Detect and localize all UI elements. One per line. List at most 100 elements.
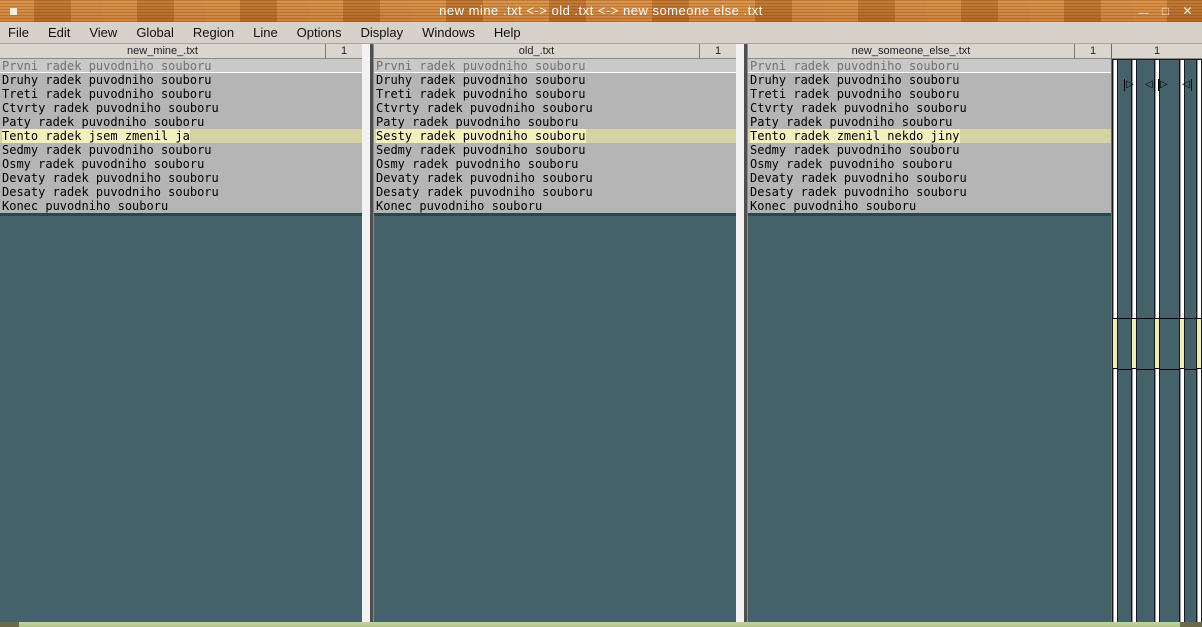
line-text: Paty radek puvodniho souboru: [2, 115, 204, 129]
diff-number-badge: 1: [325, 44, 362, 58]
overview-file-column[interactable]: [1154, 60, 1160, 622]
close-button[interactable]: ✕: [1181, 5, 1194, 17]
text-line[interactable]: Druhy radek puvodniho souboru: [374, 73, 736, 87]
pane-separator[interactable]: [736, 44, 748, 622]
overview-diff-number: 1: [1112, 44, 1202, 59]
pane-someone-else: new_someone_else_.txt 1 Prvni radek puvo…: [748, 44, 1111, 622]
text-line[interactable]: Prvni radek puvodniho souboru: [374, 59, 736, 73]
line-text: Osmy radek puvodniho souboru: [750, 157, 952, 171]
diff-number-badge: 1: [1074, 44, 1111, 58]
filename-label: new_mine_.txt: [0, 44, 325, 58]
overview-diff-segment[interactable]: [1113, 318, 1117, 369]
text-line[interactable]: Desaty radek puvodniho souboru: [374, 185, 736, 199]
line-text: Desaty radek puvodniho souboru: [376, 185, 593, 199]
line-text: Druhy radek puvodniho souboru: [376, 73, 586, 87]
line-text: Treti radek puvodniho souboru: [376, 87, 586, 101]
text-line[interactable]: Prvni radek puvodniho souboru: [748, 59, 1111, 73]
horizontal-scrollbar-thumb[interactable]: [19, 622, 1180, 627]
text-area[interactable]: Prvni radek puvodniho souboruDruhy radek…: [374, 59, 736, 622]
line-text: Ctvrty radek puvodniho souboru: [750, 101, 967, 115]
overview-file-column[interactable]: [1196, 60, 1202, 622]
line-text: Desaty radek puvodniho souboru: [2, 185, 219, 199]
text-line[interactable]: Devaty radek puvodniho souboru: [374, 171, 736, 185]
line-text: Tento radek zmenil nekdo jiny: [750, 129, 960, 143]
text-line[interactable]: Ctvrty radek puvodniho souboru: [0, 101, 362, 115]
line-text: Ctvrty radek puvodniho souboru: [376, 101, 593, 115]
line-text: Osmy radek puvodniho souboru: [376, 157, 578, 171]
overview-diff-segment[interactable]: [1180, 318, 1184, 369]
text-line[interactable]: Prvni radek puvodniho souboru: [0, 59, 362, 73]
text-line[interactable]: Osmy radek puvodniho souboru: [0, 157, 362, 171]
text-line[interactable]: Konec puvodniho souboru: [748, 199, 1111, 213]
text-line[interactable]: Ctvrty radek puvodniho souboru: [748, 101, 1111, 115]
text-line[interactable]: Treti radek puvodniho souboru: [0, 87, 362, 101]
overview-diff-segment[interactable]: [1155, 318, 1159, 369]
menu-item-file[interactable]: File: [8, 25, 29, 40]
line-text: Osmy radek puvodniho souboru: [2, 157, 204, 171]
text-area[interactable]: Prvni radek puvodniho souboruDruhy radek…: [0, 59, 362, 622]
text-line[interactable]: Tento radek jsem zmenil ja: [0, 129, 362, 143]
menu-item-windows[interactable]: Windows: [422, 25, 475, 40]
text-line[interactable]: Paty radek puvodniho souboru: [0, 115, 362, 129]
text-line[interactable]: Sedmy radek puvodniho souboru: [748, 143, 1111, 157]
cursor-marker-right-icon: ▷: [1124, 79, 1134, 91]
menu-item-global[interactable]: Global: [136, 25, 174, 40]
line-text: Sedmy radek puvodniho souboru: [376, 143, 586, 157]
text-line[interactable]: Treti radek puvodniho souboru: [748, 87, 1111, 101]
menu-item-region[interactable]: Region: [193, 25, 234, 40]
pane-header: new_mine_.txt 1: [0, 44, 362, 59]
maximize-button[interactable]: □: [1159, 5, 1172, 17]
beyond-eof-area: [748, 213, 1111, 622]
text-line[interactable]: Sedmy radek puvodniho souboru: [0, 143, 362, 157]
line-text: Devaty radek puvodniho souboru: [750, 171, 967, 185]
text-line[interactable]: Ctvrty radek puvodniho souboru: [374, 101, 736, 115]
text-line[interactable]: Tento radek zmenil nekdo jiny: [748, 129, 1111, 143]
text-line[interactable]: Druhy radek puvodniho souboru: [0, 73, 362, 87]
text-line[interactable]: Sedmy radek puvodniho souboru: [374, 143, 736, 157]
text-line[interactable]: Devaty radek puvodniho souboru: [0, 171, 362, 185]
filename-label: old_.txt: [374, 44, 699, 58]
overview-diff-segment[interactable]: [1132, 318, 1136, 369]
line-text: Konec puvodniho souboru: [2, 199, 168, 213]
cursor-marker-left-icon: ◁: [1182, 79, 1192, 91]
text-line[interactable]: Treti radek puvodniho souboru: [374, 87, 736, 101]
text-line[interactable]: Konec puvodniho souboru: [374, 199, 736, 213]
line-text: Sesty radek puvodniho souboru: [376, 129, 586, 143]
text-line[interactable]: Devaty radek puvodniho souboru: [748, 171, 1111, 185]
text-line[interactable]: Desaty radek puvodniho souboru: [748, 185, 1111, 199]
overview-area[interactable]: ▷ ◁ ▷ ◁: [1112, 59, 1202, 622]
text-line[interactable]: Paty radek puvodniho souboru: [374, 115, 736, 129]
text-line[interactable]: Sesty radek puvodniho souboru: [374, 129, 736, 143]
cursor-marker-right-icon: ▷: [1158, 79, 1168, 91]
menu-item-view[interactable]: View: [89, 25, 117, 40]
pane-separator[interactable]: [362, 44, 374, 622]
beyond-eof-area: [0, 213, 362, 622]
menu-item-help[interactable]: Help: [494, 25, 521, 40]
text-line[interactable]: Desaty radek puvodniho souboru: [0, 185, 362, 199]
line-text: Desaty radek puvodniho souboru: [750, 185, 967, 199]
menu-item-options[interactable]: Options: [297, 25, 342, 40]
minimize-button[interactable]: —: [1137, 8, 1150, 20]
line-text: Treti radek puvodniho souboru: [750, 87, 960, 101]
text-line[interactable]: Paty radek puvodniho souboru: [748, 115, 1111, 129]
overview-panel: 1 ▷ ◁ ▷ ◁: [1111, 44, 1202, 622]
overview-file-column[interactable]: [1179, 60, 1185, 622]
text-line[interactable]: Osmy radek puvodniho souboru: [748, 157, 1111, 171]
text-line[interactable]: Druhy radek puvodniho souboru: [748, 73, 1111, 87]
text-area[interactable]: Prvni radek puvodniho souboruDruhy radek…: [748, 59, 1111, 622]
overview-diff-segment[interactable]: [1197, 318, 1201, 369]
line-text: Prvni radek puvodniho souboru: [376, 59, 586, 73]
menu-item-display[interactable]: Display: [360, 25, 403, 40]
text-line[interactable]: Konec puvodniho souboru: [0, 199, 362, 213]
pane-old: old_.txt 1 Prvni radek puvodniho souboru…: [374, 44, 736, 622]
menu-item-edit[interactable]: Edit: [48, 25, 70, 40]
line-text: Sedmy radek puvodniho souboru: [2, 143, 212, 157]
line-text: Konec puvodniho souboru: [750, 199, 916, 213]
menu-item-line[interactable]: Line: [253, 25, 278, 40]
window-titlebar[interactable]: new mine .txt <-> old .txt <-> new someo…: [0, 0, 1202, 22]
overview-file-column[interactable]: [1112, 60, 1118, 622]
line-text: Tento radek jsem zmenil ja: [2, 129, 190, 143]
text-line[interactable]: Osmy radek puvodniho souboru: [374, 157, 736, 171]
horizontal-scrollbar[interactable]: [0, 622, 1202, 627]
overview-file-column[interactable]: [1131, 60, 1137, 622]
